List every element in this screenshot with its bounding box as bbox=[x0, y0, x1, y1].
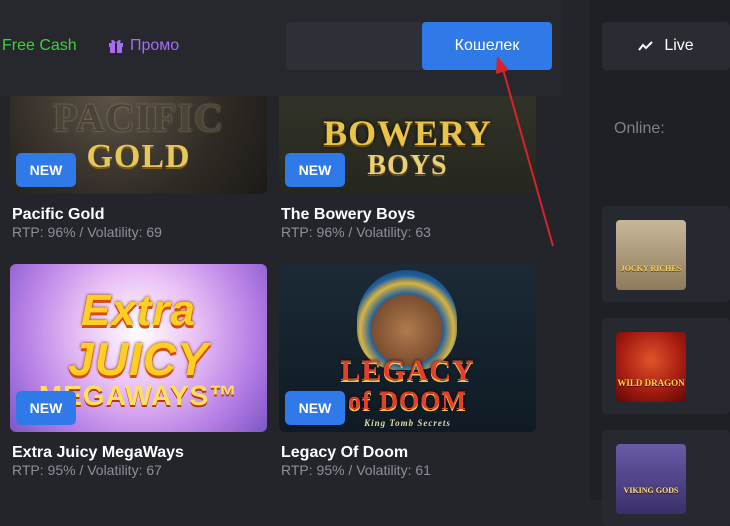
game-card-legacy-of-doom[interactable]: LEGACY of DOOM King Tomb Secrets NEW Leg… bbox=[279, 264, 536, 500]
game-art-title: Extra bbox=[80, 286, 197, 335]
new-badge: NEW bbox=[16, 391, 76, 425]
new-badge: NEW bbox=[285, 391, 345, 425]
promo-label: Промо bbox=[130, 37, 180, 54]
game-card-pacific-gold[interactable]: PACIFIC GOLD NEW Pacific Gold RTP: 96% /… bbox=[10, 96, 267, 240]
games-grid: PACIFIC GOLD NEW Pacific Gold RTP: 96% /… bbox=[0, 96, 562, 500]
game-art-title: BOWERY bbox=[323, 113, 492, 153]
recent-game-thumbnail[interactable]: VIKING GODS bbox=[616, 444, 686, 514]
game-art-title: PACIFIC bbox=[53, 96, 224, 140]
activity-chart-icon bbox=[638, 41, 654, 51]
free-cash-link[interactable]: Free Cash bbox=[2, 37, 77, 55]
new-badge: NEW bbox=[285, 153, 345, 187]
live-tab-button[interactable]: Live bbox=[602, 22, 730, 70]
live-label: Live bbox=[664, 37, 694, 54]
game-card-bowery-boys[interactable]: BOWERY BOYS NEW The Bowery Boys RTP: 96%… bbox=[279, 96, 536, 240]
game-art-title: LEGACY bbox=[340, 354, 475, 387]
game-card-extra-juicy[interactable]: Extra JUICY MEGAWAYS™ NEW Extra Juicy Me… bbox=[10, 264, 267, 500]
recent-game-label: JOCKY RICHES bbox=[620, 264, 682, 273]
recent-game-label: WILD DRAGON bbox=[617, 378, 685, 388]
game-title[interactable]: Extra Juicy MegaWays bbox=[12, 444, 184, 462]
recent-game-thumbnail[interactable]: WILD DRAGON bbox=[616, 332, 686, 402]
game-title[interactable]: Legacy Of Doom bbox=[281, 444, 408, 462]
game-meta: RTP: 95% / Volatility: 61 bbox=[281, 462, 431, 478]
recent-game-label: VIKING GODS bbox=[623, 486, 679, 495]
gift-icon bbox=[109, 39, 123, 53]
game-meta: RTP: 95% / Volatility: 67 bbox=[12, 462, 162, 478]
game-art-subtitle: JUICY bbox=[68, 333, 209, 385]
game-meta: RTP: 96% / Volatility: 63 bbox=[281, 224, 431, 240]
grid-scroll-gutter bbox=[562, 0, 590, 500]
game-title[interactable]: Pacific Gold bbox=[12, 206, 104, 224]
game-title[interactable]: The Bowery Boys bbox=[281, 206, 415, 224]
recent-game-thumbnail[interactable]: JOCKY RICHES bbox=[616, 220, 686, 290]
online-counter-label: Online: bbox=[614, 120, 665, 137]
wallet-button[interactable]: Кошелек bbox=[422, 22, 552, 70]
new-badge: NEW bbox=[16, 153, 76, 187]
game-meta: RTP: 96% / Volatility: 69 bbox=[12, 224, 162, 240]
promo-link[interactable]: Промо bbox=[108, 37, 179, 55]
